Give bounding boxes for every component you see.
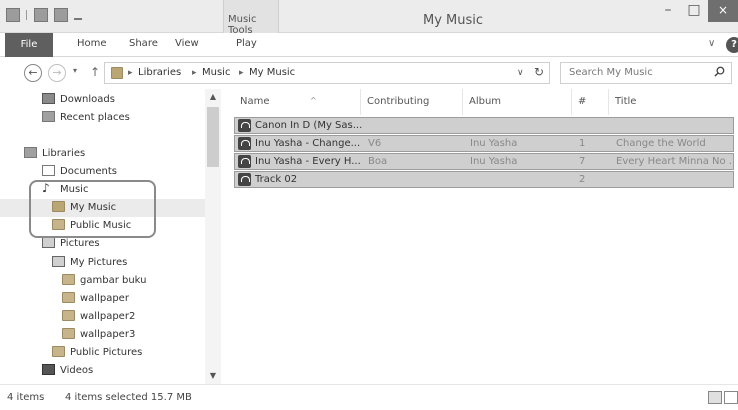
help-icon[interactable]: ? [726,37,738,53]
address-dropdown-icon[interactable]: ∨ [517,68,524,78]
properties-icon[interactable] [34,8,48,22]
breadcrumb-my-music[interactable]: My Music [249,67,295,78]
nav-item-wallpaper2[interactable]: wallpaper2 [62,308,135,326]
tab-share[interactable]: Share [129,38,158,49]
search-icon[interactable] [714,66,725,77]
videos-icon [42,364,55,375]
audio-file-icon [238,155,251,168]
nav-item-wallpaper3[interactable]: wallpaper3 [62,326,135,344]
nav-item-gambar-buku[interactable]: gambar buku [62,272,147,290]
item-count: 4 items [7,392,45,403]
window-title: My Music [423,13,484,28]
table-row[interactable]: Track 02 2 [234,171,734,188]
column-header-contributing-artists[interactable]: Contributing artists [361,89,463,133]
folder-icon [62,328,75,339]
maximize-button[interactable]: □ [681,0,707,22]
breadcrumb-separator: ▸ [239,68,244,78]
table-row[interactable]: Canon In D (My Sas... [234,117,734,134]
audio-file-icon [238,119,251,132]
folder-icon [62,274,75,285]
recent-places-icon [42,111,55,122]
column-header-name[interactable]: Name ^ [234,89,361,115]
search-input[interactable]: Search My Music [569,67,653,78]
back-button[interactable]: ← [24,64,42,82]
nav-item-my-pictures[interactable]: My Pictures [52,254,127,272]
file-list: Name ^ Contributing artists Album # Titl… [222,89,738,384]
system-menu-icon[interactable] [6,8,20,22]
quick-access-toolbar [6,8,82,22]
pictures-icon [42,237,55,248]
tab-file[interactable]: File [5,33,53,57]
title-bar: Music Tools My Music – □ × [0,0,738,36]
nav-pane-scrollbar[interactable]: ▲ ▼ [205,89,221,384]
nav-item-public-pictures[interactable]: Public Pictures [52,344,142,362]
address-row: ← → ▾ ↑ ▸ Libraries ▸ Music ▸ My Music ∨… [0,57,738,89]
refresh-icon[interactable]: ↻ [534,65,544,79]
status-bar: 4 items 4 items selected 15.7 MB [0,384,738,410]
search-box[interactable]: Search My Music [560,62,732,84]
new-folder-icon[interactable] [54,8,68,22]
nav-item-libraries[interactable]: Libraries [24,145,85,163]
breadcrumb-separator: ▸ [128,68,133,78]
breadcrumb-libraries[interactable]: Libraries [138,67,181,78]
scroll-up-icon[interactable]: ▲ [205,89,221,105]
nav-item-recent-places[interactable]: Recent places [42,109,130,127]
details-view-icon[interactable] [708,391,722,404]
scroll-thumb[interactable] [207,107,219,167]
downloads-icon [42,93,55,104]
annotation-highlight [29,180,156,238]
forward-button[interactable]: → [48,64,66,82]
ribbon-tabs: File Home Share View Play ∨ ? [0,33,738,57]
pictures-icon [52,256,65,267]
tab-view[interactable]: View [175,38,199,49]
tab-play[interactable]: Play [236,38,257,49]
audio-file-icon [238,173,251,186]
large-icons-view-icon[interactable] [724,391,738,404]
breadcrumb-music[interactable]: Music [202,67,230,78]
nav-item-videos[interactable]: Videos [42,362,93,380]
qat-customize-icon[interactable] [74,10,82,20]
libraries-icon [24,147,37,158]
column-header-album[interactable]: Album [463,89,572,115]
address-bar[interactable]: ▸ Libraries ▸ Music ▸ My Music ∨ ↻ [104,62,550,84]
navigation-pane: Downloads Recent places Libraries Docume… [0,89,221,384]
scroll-down-icon[interactable]: ▼ [205,368,221,384]
music-tools-contextual-tab: Music Tools [223,0,279,36]
documents-icon [42,165,55,176]
sort-ascending-icon: ^ [310,96,317,105]
close-button[interactable]: × [708,0,738,22]
breadcrumb-separator: ▸ [192,68,197,78]
tab-home[interactable]: Home [77,38,107,49]
qat-separator [26,10,28,20]
folder-icon [62,292,75,303]
column-header-number[interactable]: # [572,89,609,115]
table-row[interactable]: Inu Yasha - Change... V6 Inu Yasha 1 Cha… [234,135,734,152]
nav-item-wallpaper[interactable]: wallpaper [62,290,129,308]
folder-icon [62,310,75,321]
expand-ribbon-icon[interactable]: ∨ [708,38,715,49]
selection-info: 4 items selected 15.7 MB [65,392,192,403]
audio-file-icon [238,137,251,150]
nav-item-downloads[interactable]: Downloads [42,91,115,109]
nav-item-documents[interactable]: Documents [42,163,117,181]
music-library-icon [111,67,123,79]
column-header-title[interactable]: Title [609,89,734,115]
table-row[interactable]: Inu Yasha - Every H... Boa Inu Yasha 7 E… [234,153,734,170]
recent-locations-dropdown[interactable]: ▾ [73,66,77,75]
up-button[interactable]: ↑ [90,65,100,79]
minimize-button[interactable]: – [655,0,681,22]
folder-icon [52,346,65,357]
